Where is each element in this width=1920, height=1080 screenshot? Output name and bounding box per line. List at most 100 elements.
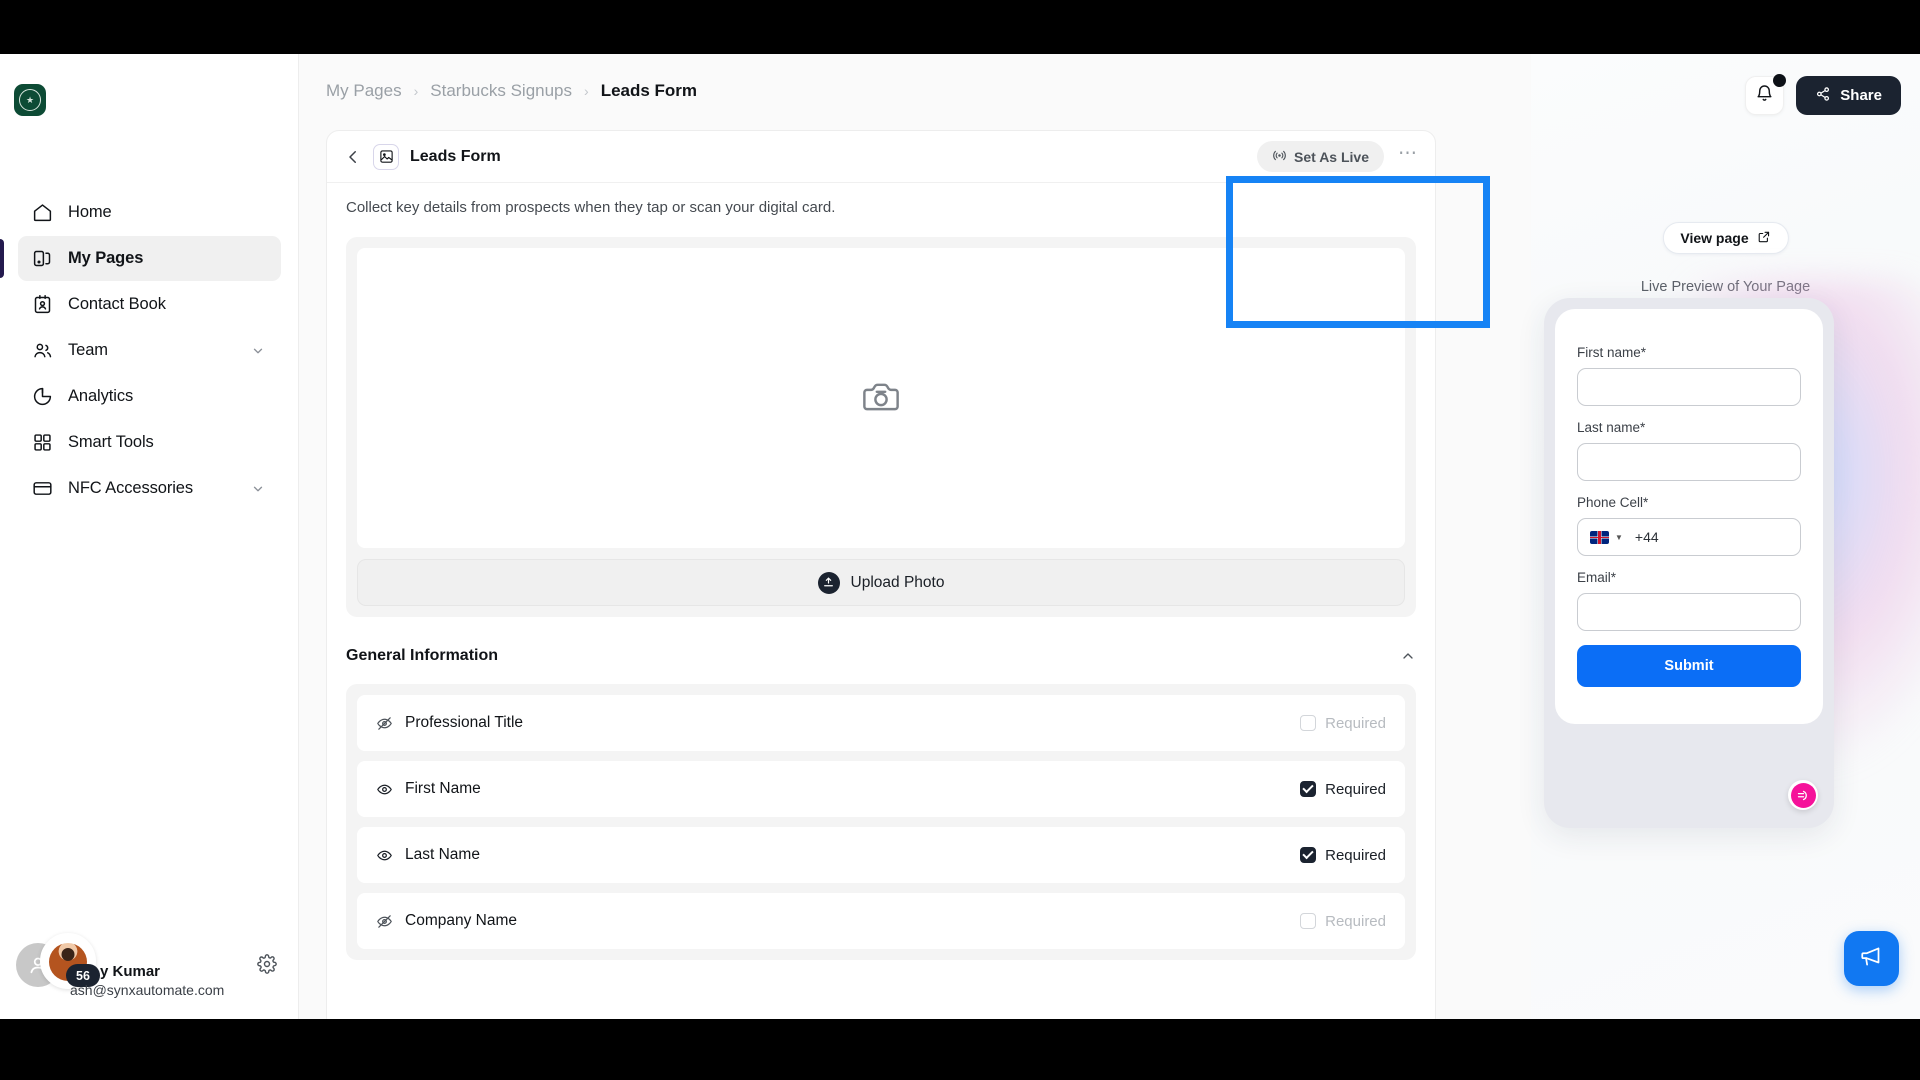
preview-input-first-name[interactable] — [1577, 368, 1801, 406]
set-as-live-button[interactable]: Set As Live — [1257, 141, 1384, 172]
eye-off-icon[interactable] — [376, 913, 393, 930]
field-row-professional-title[interactable]: Professional Title Required — [357, 695, 1405, 751]
card-subtitle: Collect key details from prospects when … — [346, 199, 836, 216]
contact-book-icon — [31, 294, 53, 316]
required-checkbox[interactable] — [1300, 781, 1317, 797]
field-row-company-name[interactable]: Company Name Required — [357, 893, 1405, 949]
image-icon — [373, 143, 399, 170]
chevron-down-icon[interactable] — [251, 344, 265, 358]
chevron-down-icon[interactable] — [251, 482, 265, 496]
sidebar-nav: Home My Pages Contact Book Team Analytic… — [0, 190, 299, 511]
chevron-left-icon[interactable] — [344, 148, 362, 166]
sidebar-item-label: Smart Tools — [68, 433, 154, 451]
field-label: Professional Title — [405, 714, 524, 731]
preview-input-last-name[interactable] — [1577, 443, 1801, 481]
field-row-first-name[interactable]: First Name Required — [357, 761, 1405, 817]
required-checkbox[interactable] — [1300, 847, 1317, 863]
card-title: Leads Form — [410, 147, 501, 165]
preview-field-label-email: Email* — [1577, 570, 1617, 585]
more-options-button[interactable]: ⋯ — [1398, 144, 1418, 169]
notifications-button[interactable] — [1745, 74, 1787, 115]
required-label: Required — [1325, 780, 1386, 798]
field-label: Last Name — [405, 846, 480, 863]
sidebar-item-analytics[interactable]: Analytics — [18, 374, 281, 419]
preview-fab-button[interactable] — [1788, 780, 1818, 810]
sidebar-item-contact-book[interactable]: Contact Book — [18, 282, 281, 327]
megaphone-icon — [1859, 943, 1885, 974]
share-label: Share — [1840, 87, 1882, 104]
required-label: Required — [1325, 846, 1386, 864]
card-header: Leads Form Set As Live ⋯ — [327, 131, 1435, 183]
breadcrumb-separator: › — [413, 83, 419, 99]
sidebar: ★ Home My Pages Contact Book Team Analyt… — [0, 54, 299, 1019]
profile-email: ash@synxautomate.com — [70, 982, 225, 998]
preview-submit-button[interactable]: Submit — [1577, 645, 1801, 687]
sidebar-item-label: Analytics — [68, 387, 134, 405]
leads-form-card: Leads Form Set As Live ⋯ Collect key det… — [326, 130, 1436, 1019]
nfc-card-icon — [31, 478, 53, 500]
preview-field-label-first-name: First name* — [1577, 345, 1647, 360]
view-page-label: View page — [1680, 230, 1749, 246]
breadcrumb: My Pages › Starbucks Signups › Leads For… — [326, 81, 697, 101]
broadcast-icon — [1272, 148, 1287, 166]
uk-flag-icon — [1590, 530, 1609, 544]
breadcrumb-separator: › — [584, 83, 589, 99]
live-preview-panel: Share View page Live Preview of Your Pag… — [1531, 54, 1920, 1019]
sidebar-item-team[interactable]: Team — [18, 328, 281, 373]
share-icon — [1815, 86, 1831, 106]
general-information-header[interactable]: General Information — [346, 647, 1416, 665]
sidebar-item-label: My Pages — [68, 249, 144, 267]
breadcrumb-item-my-pages[interactable]: My Pages — [326, 81, 402, 101]
photo-preview-area[interactable] — [357, 248, 1405, 548]
required-checkbox[interactable] — [1300, 715, 1317, 731]
required-label: Required — [1325, 912, 1386, 930]
eye-icon[interactable] — [376, 847, 393, 864]
card-header-actions: Set As Live ⋯ — [1257, 141, 1418, 172]
sidebar-item-home[interactable]: Home — [18, 190, 281, 235]
announcement-widget-button[interactable] — [1844, 931, 1899, 986]
main-content: My Pages › Starbucks Signups › Leads For… — [299, 54, 1531, 1019]
external-link-icon — [1757, 230, 1771, 247]
smart-tools-icon — [31, 432, 53, 454]
field-required-control: Required — [1300, 781, 1386, 798]
starbucks-logo[interactable]: ★ — [14, 84, 46, 116]
sidebar-item-my-pages[interactable]: My Pages — [0, 236, 281, 281]
share-button[interactable]: Share — [1796, 76, 1901, 115]
required-checkbox[interactable] — [1300, 913, 1317, 929]
eye-icon[interactable] — [376, 781, 393, 798]
user-profile[interactable]: 56 y Kumar ash@synxautomate.com — [0, 925, 299, 1003]
sidebar-item-smart-tools[interactable]: Smart Tools — [18, 420, 281, 465]
preview-input-phone-cell[interactable]: ▼ +44 — [1577, 518, 1801, 556]
chevron-up-icon[interactable] — [1400, 648, 1416, 664]
view-page-button[interactable]: View page — [1662, 222, 1789, 254]
eye-off-icon[interactable] — [376, 715, 393, 732]
send-arrow-icon — [1790, 782, 1816, 808]
chevron-down-icon[interactable]: ▼ — [1615, 533, 1623, 542]
notification-badge-dot — [1773, 74, 1787, 87]
field-required-control: Required — [1300, 913, 1386, 930]
phone-mockup: First name* Last name* Phone Cell* ▼ +44… — [1544, 298, 1834, 828]
field-row-last-name[interactable]: Last Name Required — [357, 827, 1405, 883]
bell-icon — [1755, 84, 1774, 108]
sidebar-item-nfc-accessories[interactable]: NFC Accessories — [18, 466, 281, 511]
profile-name: y Kumar — [100, 963, 161, 980]
field-required-control: Required — [1300, 715, 1386, 732]
preview-phone-dial-code: +44 — [1634, 529, 1659, 545]
topbar-actions: Share — [1745, 74, 1901, 115]
sidebar-item-label: Home — [68, 203, 112, 221]
starbucks-siren-icon: ★ — [19, 89, 41, 111]
field-label: First Name — [405, 780, 481, 797]
upload-photo-button[interactable]: Upload Photo — [357, 559, 1405, 606]
analytics-icon — [31, 386, 53, 408]
preview-input-email[interactable] — [1577, 593, 1801, 631]
sidebar-item-label: NFC Accessories — [68, 479, 194, 497]
form-fields-list: Professional Title Required First Name R… — [346, 684, 1416, 960]
preview-field-label-phone-cell: Phone Cell* — [1577, 495, 1649, 510]
required-label: Required — [1325, 714, 1386, 732]
gear-icon[interactable] — [257, 954, 277, 974]
field-label: Company Name — [405, 912, 517, 929]
breadcrumb-item-starbucks-signups[interactable]: Starbucks Signups — [430, 81, 572, 101]
camera-icon — [860, 375, 902, 422]
sidebar-item-label: Contact Book — [68, 295, 166, 313]
preview-form-card: First name* Last name* Phone Cell* ▼ +44… — [1555, 309, 1823, 724]
